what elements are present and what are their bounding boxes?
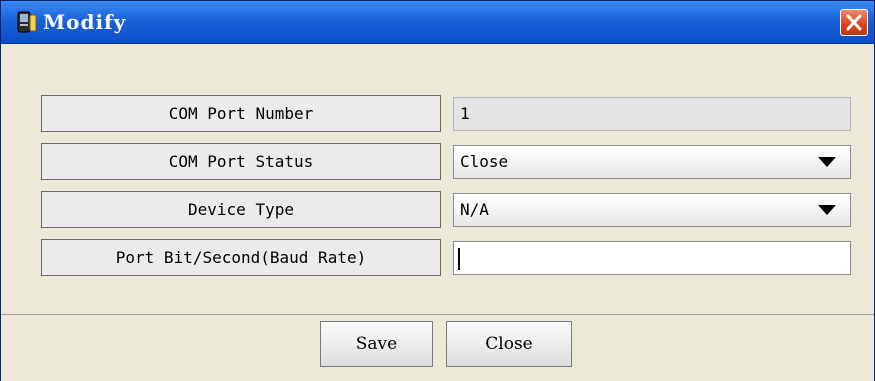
- close-icon: [846, 14, 862, 31]
- baud-rate-input[interactable]: [453, 241, 851, 275]
- com-port-status-select[interactable]: Close: [453, 145, 851, 179]
- pda-icon: [15, 11, 39, 33]
- com-port-status-value: Close: [460, 152, 509, 171]
- form-area: COM Port Number 1 COM Port Status Close …: [9, 79, 867, 307]
- close-button[interactable]: Close: [446, 321, 572, 367]
- modify-dialog: Modify COM Port Number 1 COM Port Status…: [0, 0, 875, 381]
- com-port-status-label: COM Port Status: [41, 143, 441, 180]
- text-caret: [458, 248, 460, 270]
- row-baud-rate: Port Bit/Second(Baud Rate): [41, 239, 853, 277]
- button-bar: Save Close: [1, 314, 874, 381]
- window-title: Modify: [43, 10, 127, 34]
- dropdown-arrow-icon[interactable]: [818, 205, 836, 215]
- device-type-label: Device Type: [41, 191, 441, 228]
- dropdown-arrow-icon[interactable]: [818, 157, 836, 167]
- device-type-value: N/A: [460, 200, 489, 219]
- baud-rate-label: Port Bit/Second(Baud Rate): [41, 239, 441, 276]
- com-port-number-value: 1: [460, 104, 470, 123]
- title-bar[interactable]: Modify: [1, 1, 874, 44]
- com-port-number-field: 1: [453, 97, 851, 131]
- window-close-button[interactable]: [840, 9, 868, 36]
- row-device-type: Device Type N/A: [41, 191, 853, 229]
- save-button[interactable]: Save: [320, 321, 433, 367]
- row-com-port-number: COM Port Number 1: [41, 95, 853, 133]
- row-com-port-status: COM Port Status Close: [41, 143, 853, 181]
- device-type-select[interactable]: N/A: [453, 193, 851, 227]
- com-port-number-label: COM Port Number: [41, 95, 441, 132]
